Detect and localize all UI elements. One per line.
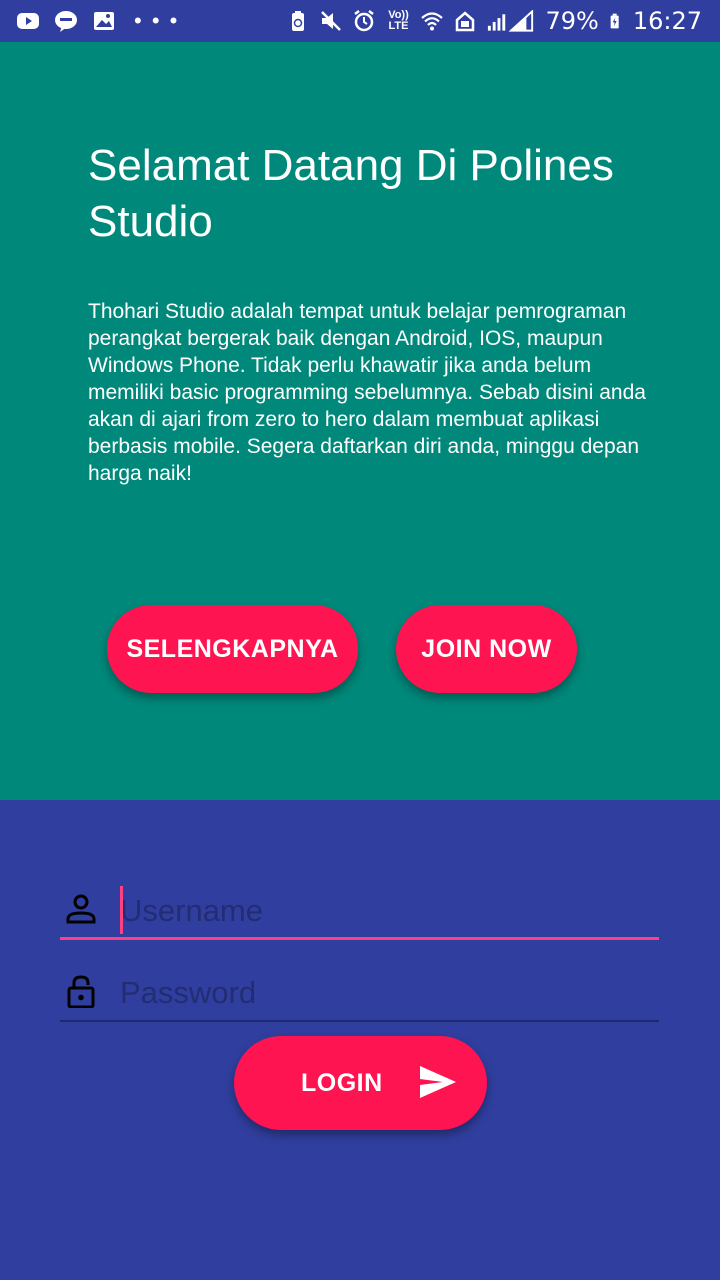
line-icon — [55, 11, 77, 32]
signal-icon — [488, 10, 534, 32]
send-icon — [420, 1066, 456, 1098]
data-icon — [456, 11, 475, 32]
gallery-icon — [94, 12, 114, 30]
welcome-description: Thohari Studio adalah tempat untuk belaj… — [88, 300, 646, 485]
mute-icon — [321, 11, 342, 31]
login-section: LOGIN — [0, 800, 720, 1280]
battery-saver-icon — [292, 11, 305, 31]
person-icon — [66, 894, 96, 924]
status-bar: • • • Vo)) LTE 79% 16:27 — [0, 0, 720, 42]
more-notifications: • • • — [134, 8, 180, 33]
username-field — [60, 880, 659, 940]
clock: 16:27 — [632, 7, 702, 35]
password-field — [60, 962, 659, 1022]
welcome-section: Selamat Datang Di Polines Studio Thohari… — [0, 42, 720, 800]
password-input[interactable] — [120, 966, 650, 1020]
battery-percent: 79% — [545, 7, 599, 35]
welcome-title: Selamat Datang Di Polines Studio — [88, 141, 614, 246]
wifi-icon — [421, 12, 444, 31]
join-now-button[interactable]: JOIN NOW — [396, 605, 577, 693]
login-button[interactable]: LOGIN — [234, 1036, 487, 1130]
volte-icon: Vo)) LTE — [388, 9, 409, 32]
youtube-icon — [17, 13, 39, 29]
selengkapnya-button[interactable]: SELENGKAPNYA — [107, 605, 358, 693]
username-input[interactable] — [120, 884, 650, 938]
login-label: LOGIN — [301, 1068, 383, 1097]
alarm-icon — [354, 10, 375, 32]
battery-icon — [610, 13, 619, 29]
text-caret — [120, 886, 123, 934]
lock-icon — [67, 975, 95, 1008]
